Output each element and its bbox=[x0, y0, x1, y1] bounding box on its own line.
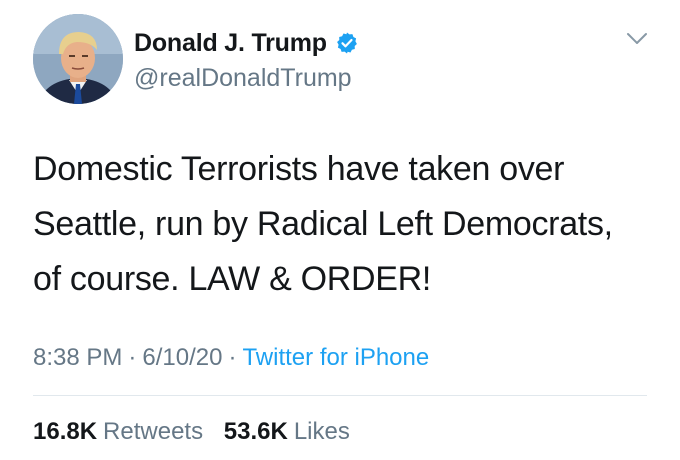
verified-badge-icon bbox=[335, 31, 359, 55]
chevron-down-icon[interactable] bbox=[626, 32, 648, 46]
likes-stat[interactable]: 53.6K Likes bbox=[224, 412, 350, 452]
profile-photo bbox=[33, 14, 123, 104]
retweets-label: Retweets bbox=[103, 418, 204, 445]
tweet-text: Domestic Terrorists have taken over Seat… bbox=[33, 142, 653, 307]
meta-separator: · bbox=[228, 344, 237, 371]
tweet-source-link[interactable]: Twitter for iPhone bbox=[242, 344, 429, 371]
tweet-date[interactable]: 6/10/20 bbox=[142, 344, 222, 371]
display-name-row: Donald J. Trump bbox=[134, 26, 359, 60]
user-handle[interactable]: @realDonaldTrump bbox=[134, 62, 359, 94]
tweet-card: Donald J. Trump @realDonaldTrump Domesti… bbox=[0, 0, 680, 460]
tweet-text-line: of course. LAW & ORDER! bbox=[33, 260, 432, 298]
tweet-meta: 8:38 PM · 6/10/20 · Twitter for iPhone bbox=[33, 338, 429, 378]
tweet-text-line: Domestic Terrorists have taken over bbox=[33, 150, 565, 188]
author-block: Donald J. Trump @realDonaldTrump bbox=[134, 26, 359, 94]
display-name[interactable]: Donald J. Trump bbox=[134, 29, 327, 58]
likes-count: 53.6K bbox=[223, 418, 288, 445]
meta-separator: · bbox=[128, 344, 137, 371]
retweets-stat[interactable]: 16.8K Retweets bbox=[33, 412, 203, 452]
tweet-stats: 16.8K Retweets 53.6K Likes bbox=[33, 412, 364, 452]
tweet-text-line: Seattle, run by Radical Left Democrats, bbox=[33, 205, 613, 243]
likes-label: Likes bbox=[293, 418, 350, 445]
retweets-count: 16.8K bbox=[33, 418, 98, 445]
avatar[interactable] bbox=[33, 14, 123, 104]
tweet-time[interactable]: 8:38 PM bbox=[33, 344, 122, 371]
divider bbox=[33, 395, 647, 396]
